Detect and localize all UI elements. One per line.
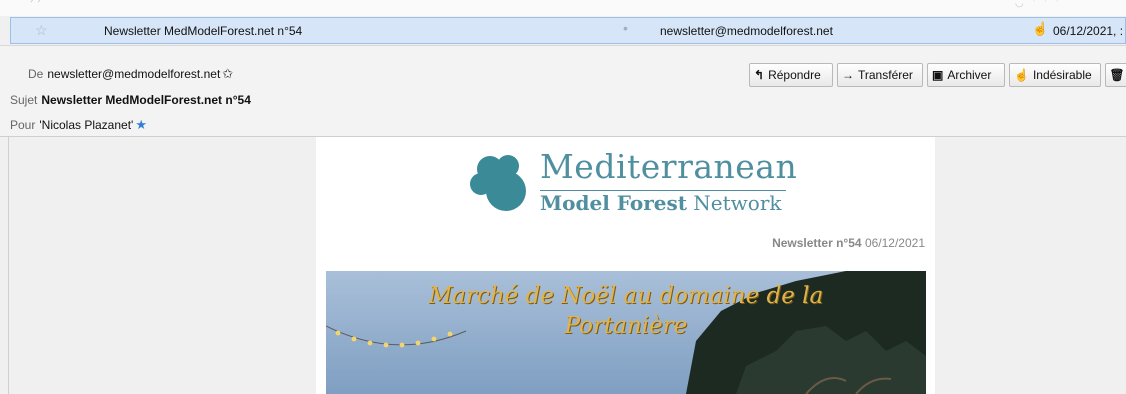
newsletter-logo[interactable]: Mediterranean Model Forest Network bbox=[466, 141, 798, 221]
forward-label: Transférer bbox=[858, 68, 913, 82]
logo-mark-icon bbox=[470, 155, 526, 211]
message-date: 06/12/2021, : bbox=[1053, 24, 1124, 38]
logo-subtitle-rest: Network bbox=[686, 191, 782, 215]
logo-subtitle-bold: Model Forest bbox=[540, 191, 687, 215]
junk-label: Indésirable bbox=[1032, 68, 1092, 82]
subject-label: Sujet bbox=[10, 93, 38, 107]
delete-button[interactable]: 🗑 bbox=[1105, 63, 1126, 87]
from-address[interactable]: newsletter@medmodelforest.net bbox=[47, 67, 220, 81]
archive-icon: ▣ bbox=[932, 68, 944, 82]
reply-icon: ↰ bbox=[754, 68, 765, 82]
banner-title-line1: Marché de Noël au domaine de la bbox=[428, 283, 824, 309]
message-sender: newsletter@medmodelforest.net bbox=[660, 24, 833, 38]
subject-line: Sujet Newsletter MedModelForest.net n°54 bbox=[10, 93, 251, 107]
reply-button[interactable]: ↰ Répondre bbox=[749, 63, 833, 87]
archive-label: Archiver bbox=[947, 68, 992, 82]
issue-date: 06/12/2021 bbox=[864, 236, 925, 250]
from-line: De newsletter@medmodelforest.net ✩ bbox=[28, 66, 233, 82]
forward-button[interactable]: → Transférer bbox=[837, 63, 923, 87]
christmas-market-banner[interactable]: Marché de Noël au domaine de la Portaniè… bbox=[326, 271, 926, 394]
message-header: De newsletter@medmodelforest.net ✩ Sujet Ne… bbox=[0, 45, 1126, 137]
from-label: De bbox=[28, 67, 44, 81]
trash-icon: 🗑 bbox=[1109, 68, 1125, 82]
forward-icon: → bbox=[842, 68, 854, 82]
faded-row-icon: ᐟᐟ bbox=[30, 0, 45, 9]
logo-title: Mediterranean bbox=[540, 147, 798, 186]
star-icon[interactable]: ✩ bbox=[222, 66, 233, 81]
junk-hand-icon[interactable]: ☝ bbox=[1032, 21, 1048, 37]
newsletter-issue-info: Newsletter n°54 06/12/2021 bbox=[772, 236, 925, 250]
archive-button[interactable]: ▣ Archiver bbox=[927, 63, 1005, 87]
reply-label: Répondre bbox=[768, 68, 821, 82]
star-icon[interactable]: ☆ bbox=[35, 22, 48, 39]
message-subject: Newsletter MedModelForest.net n°54 bbox=[104, 24, 303, 38]
newsletter-content: Mediterranean Model Forest Network Newsl… bbox=[316, 137, 935, 394]
banner-title-line2: Portanière bbox=[564, 313, 688, 339]
junk-button[interactable]: ☝ Indésirable bbox=[1009, 63, 1101, 87]
top-list-strip: ᐟᐟ ◡ ˑ ˑ ˑ bbox=[0, 0, 1126, 16]
junk-icon: ☝ bbox=[1014, 68, 1029, 82]
logo-subtitle: Model Forest Network bbox=[540, 191, 782, 215]
issue-number: Newsletter n°54 bbox=[772, 236, 862, 250]
subject-value: Newsletter MedModelForest.net n°54 bbox=[41, 93, 251, 107]
star-icon[interactable]: ★ bbox=[135, 117, 147, 132]
to-label: Pour bbox=[10, 118, 36, 132]
to-recipient[interactable]: 'Nicolas Plazanet' bbox=[39, 118, 133, 132]
unread-dot-icon[interactable]: • bbox=[623, 20, 628, 36]
selected-message-row[interactable]: ☆ Newsletter MedModelForest.net n°54 • n… bbox=[10, 17, 1126, 44]
faded-row-icon: ◡ ˑ ˑ ˑ bbox=[1015, 0, 1062, 9]
to-line: Pour 'Nicolas Plazanet' ★ bbox=[10, 117, 147, 133]
